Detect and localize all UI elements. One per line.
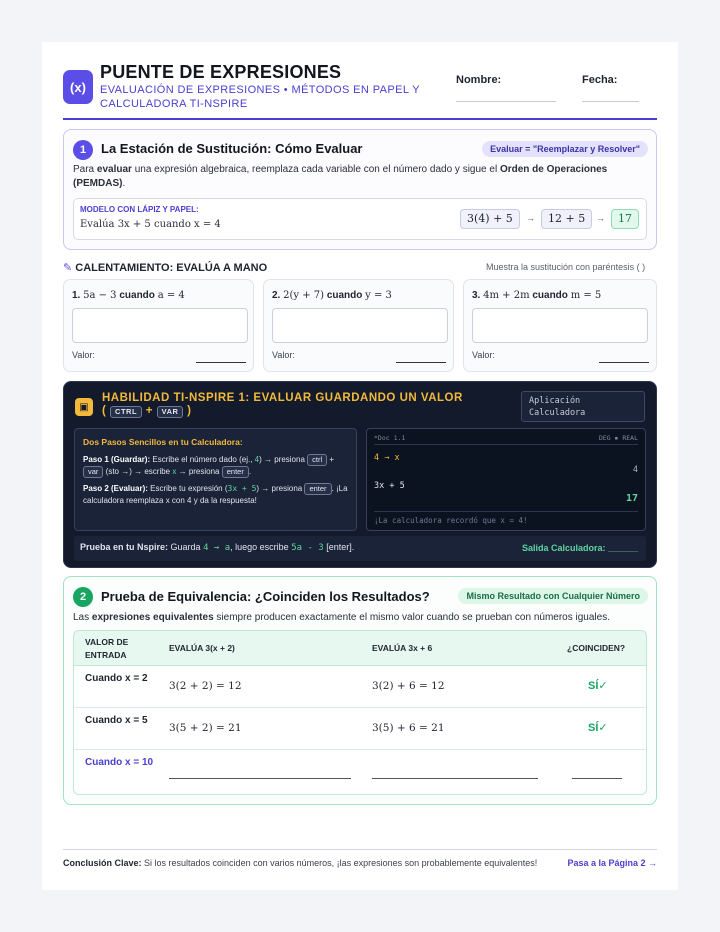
substitution-station-section: 1 La Estación de Sustitución: Cómo Evalu… — [63, 129, 657, 250]
value-answer-line[interactable] — [396, 362, 446, 363]
warmup-note: Muestra la sustitución con paréntesis ( … — [486, 262, 646, 272]
conclusion: Conclusión Clave: Si los resultados coin… — [63, 849, 657, 875]
model-text: Evalúa 3x + 5 cuando x = 4 — [80, 219, 221, 230]
evaluate-badge: Evaluar = "Reemplazar y Resolver" — [482, 141, 648, 157]
step-chip: 3(4) + 5 — [460, 209, 520, 229]
ctrl-key: ctrl — [307, 454, 328, 466]
section-title: La Estación de Sustitución: Cómo Evaluar — [101, 141, 363, 156]
steps-box: Dos Pasos Sencillos en tu Calculadora: P… — [74, 428, 357, 531]
page-subtitle: EVALUACIÓN DE EXPRESIONES • MÉTODOS EN P… — [100, 84, 420, 110]
arrow-icon: → — [596, 213, 605, 223]
enter-key: enter — [221, 466, 249, 478]
screen-input-2: 3x + 5 — [374, 481, 405, 491]
value-label: Valor: — [472, 350, 495, 360]
name-label: Nombre: — [456, 74, 502, 86]
step-chip: 12 + 5 — [541, 209, 593, 229]
table-row: Cuando x = 5 3(5 + 2) = 21 3(5) + 6 = 21… — [74, 708, 646, 750]
header: (x) PUENTE DE EXPRESIONES EVALUACIÓN DE … — [63, 62, 657, 120]
warmup-problem-2: 2. 2(y + 7) cuando y = 3 Valor: — [263, 279, 454, 372]
step-2: Paso 2 (Evaluar): Escribe tu expresión (… — [83, 483, 348, 505]
var-key: var — [83, 466, 104, 478]
ti-nspire-section: ▣ HABILIDAD TI-NSPIRE 1: EVALUAR GUARDAN… — [63, 381, 657, 568]
app-label: Aplicación Calculadora — [521, 391, 645, 422]
warmup-problem-1: 1. 5a − 3 cuando a = 4 Valor: — [63, 279, 254, 372]
steps-title: Dos Pasos Sencillos en tu Calculadora: — [83, 437, 243, 447]
step-1: Paso 1 (Guardar): Escribe el número dado… — [83, 454, 335, 478]
section-number: 1 — [73, 140, 93, 160]
result-chip: 17 — [611, 209, 639, 229]
blank-answer-line[interactable] — [372, 778, 538, 779]
eval-cell-1: 3(2 + 2) = 12 — [169, 680, 242, 692]
next-page-link[interactable]: Pasa a la Página 2 → — [567, 858, 657, 868]
section-number: 2 — [73, 587, 93, 607]
variable-logo-icon: (x) — [63, 70, 93, 104]
calculator-output-field[interactable]: Salida Calculadora: ______ — [522, 543, 638, 553]
input-cell: Cuando x = 2 — [85, 673, 148, 684]
screen-message: ¡La calculadora recordó que x = 4! — [374, 511, 638, 525]
table-row: Cuando x = 10 — [74, 750, 646, 792]
column-header: VALOR DE ENTRADA — [85, 637, 129, 660]
work-answer-box[interactable] — [272, 308, 448, 343]
warmup-problem-3: 3. 4m + 2m cuando m = 5 Valor: — [463, 279, 657, 372]
value-label: Valor: — [272, 350, 295, 360]
screen-status-bar: *Doc 1.1 DEG ▪ REAL — [374, 434, 638, 445]
model-label: MODELO CON LÁPIZ Y PAPEL: — [80, 205, 199, 214]
section-title: Prueba de Equivalencia: ¿Coinciden los R… — [101, 589, 430, 604]
eval-cell-2: 3(5) + 6 = 21 — [372, 722, 445, 734]
pencil-icon: ✎ — [63, 262, 73, 274]
value-answer-line[interactable] — [599, 362, 649, 363]
ti-title: HABILIDAD TI-NSPIRE 1: EVALUAR GUARDANDO… — [102, 392, 463, 418]
table-header: VALOR DE ENTRADA EVALÚA 3(x + 2) EVALÚA … — [74, 631, 646, 666]
blank-answer-line[interactable] — [572, 778, 622, 779]
save-icon: ▣ — [75, 398, 93, 416]
date-label: Fecha: — [582, 74, 618, 86]
work-answer-box[interactable] — [72, 308, 248, 343]
column-header: EVALÚA 3(x + 2) — [169, 643, 235, 653]
column-header: ¿COINCIDEN? — [567, 643, 626, 653]
value-answer-line[interactable] — [196, 362, 246, 363]
page-title: PUENTE DE EXPRESIONES — [100, 62, 342, 82]
problem-text: 2. 2(y + 7) cuando y = 3 — [272, 290, 392, 301]
column-header: EVALÚA 3x + 6 — [372, 643, 433, 653]
problem-text: 3. 4m + 2m cuando m = 5 — [472, 290, 602, 301]
worksheet-page: (x) PUENTE DE EXPRESIONES EVALUACIÓN DE … — [42, 42, 678, 890]
input-cell: Cuando x = 5 — [85, 715, 148, 726]
equivalence-section: 2 Prueba de Equivalencia: ¿Coinciden los… — [63, 576, 657, 805]
work-answer-box[interactable] — [472, 308, 648, 343]
problem-text: 1. 5a − 3 cuando a = 4 — [72, 290, 185, 301]
match-cell: SÍ✓ — [588, 680, 608, 692]
section-description: Las expresiones equivalentes siempre pro… — [73, 612, 610, 623]
nspire-practice: Prueba en tu Nspire: Guarda 4 → a, luego… — [74, 536, 646, 561]
table-row: Cuando x = 2 3(2 + 2) = 12 3(2) + 6 = 12… — [74, 666, 646, 708]
value-label: Valor: — [72, 350, 95, 360]
match-cell: SÍ✓ — [588, 722, 608, 734]
name-field[interactable] — [456, 101, 556, 102]
input-cell: Cuando x = 10 — [85, 757, 154, 768]
warmup-title: ✎ CALENTAMIENTO: EVALÚA A MANO — [63, 262, 268, 274]
ctrl-key: CTRL — [110, 406, 143, 418]
screen-output-1: 4 — [632, 465, 638, 475]
enter-key: enter — [304, 483, 332, 495]
date-field[interactable] — [582, 101, 639, 102]
paper-model-box: MODELO CON LÁPIZ Y PAPEL: Evalúa 3x + 5 … — [73, 198, 647, 240]
var-key: VAR — [156, 406, 184, 418]
equivalence-badge: Mismo Resultado con Cualquier Número — [458, 588, 648, 604]
eval-cell-2: 3(2) + 6 = 12 — [372, 680, 445, 692]
blank-answer-line[interactable] — [169, 778, 351, 779]
screen-output-2: 17 — [625, 493, 638, 504]
section-description: Para evaluar una expresión algebraica, r… — [73, 164, 608, 189]
eval-cell-1: 3(5 + 2) = 21 — [169, 722, 242, 734]
equivalence-table: VALOR DE ENTRADA EVALÚA 3(x + 2) EVALÚA … — [73, 630, 647, 795]
arrow-icon: → — [526, 213, 535, 223]
screen-input-1: 4 → x — [374, 453, 400, 463]
calculator-screen: *Doc 1.1 DEG ▪ REAL 4 → x 4 3x + 5 17 ¡La… — [366, 428, 646, 531]
